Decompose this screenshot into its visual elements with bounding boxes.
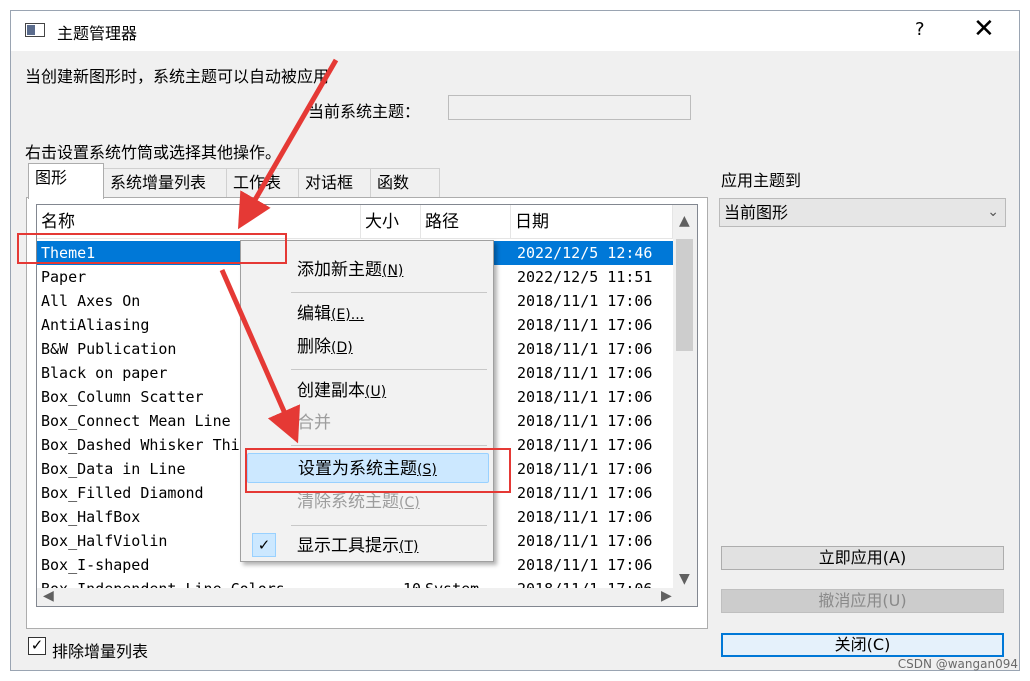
annotation-box-theme1 <box>17 233 287 264</box>
annotation-box-set-system-theme <box>245 448 511 493</box>
annotation-arrow-to-menu <box>219 268 300 444</box>
annotation-arrow-to-theme1 <box>237 58 339 230</box>
watermark: CSDN @wangan094 <box>897 657 1018 671</box>
annotation-arrows <box>219 58 339 444</box>
